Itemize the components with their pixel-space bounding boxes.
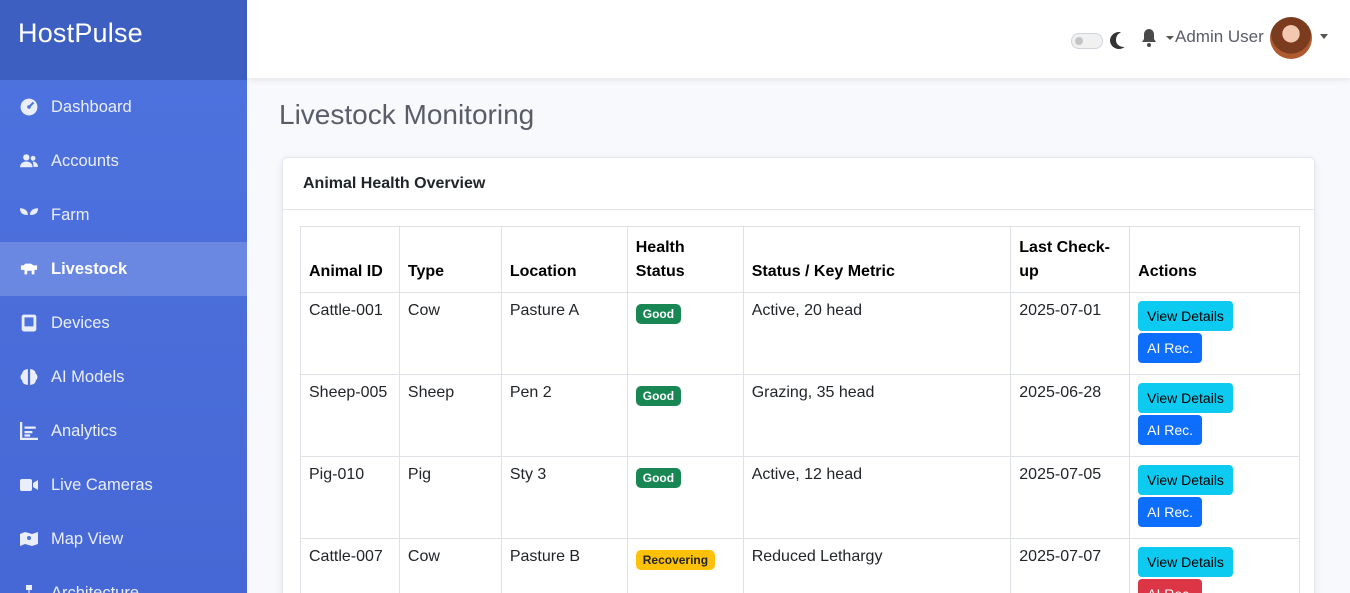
sidebar-item-analytics[interactable]: Analytics <box>0 404 247 458</box>
sidebar-item-dashboard[interactable]: Dashboard <box>0 80 247 134</box>
table-row: Pig-010 Pig Sty 3 Good Active, 12 head 2… <box>300 456 1300 539</box>
column-header: Type <box>398 226 502 293</box>
column-header: Actions <box>1129 226 1300 293</box>
view-details-button[interactable]: View Details <box>1138 383 1233 413</box>
animal-location: Pasture B <box>500 538 628 593</box>
sidebar-item-label: Map View <box>51 529 124 548</box>
status-badge: Good <box>635 304 682 324</box>
column-header: Animal ID <box>300 226 400 293</box>
sidebar-item-accounts[interactable]: Accounts <box>0 134 247 188</box>
card-title: Animal Health Overview <box>283 158 1314 210</box>
chevron-down-icon[interactable] <box>1166 36 1174 40</box>
ai-rec-button[interactable]: AI Rec. <box>1138 497 1203 527</box>
animal-type: Cow <box>398 538 502 593</box>
key-metric: Active, 20 head <box>742 292 1012 375</box>
users-icon <box>18 151 40 171</box>
ai-rec-button[interactable]: AI Rec. <box>1138 415 1203 445</box>
sidebar-item-livestock[interactable]: Livestock <box>0 242 247 296</box>
seedling-icon <box>18 205 40 225</box>
last-checkup: 2025-07-05 <box>1010 456 1131 539</box>
theme-toggle[interactable] <box>1071 33 1103 49</box>
map-icon <box>18 529 40 549</box>
brain-icon <box>18 367 40 387</box>
status-badge: Recovering <box>635 550 716 570</box>
last-checkup: 2025-07-07 <box>1010 538 1131 593</box>
status-badge: Good <box>635 386 682 406</box>
key-metric: Reduced Lethargy <box>742 538 1012 593</box>
animal-type: Cow <box>398 292 502 375</box>
sidebar-item-live-cameras[interactable]: Live Cameras <box>0 458 247 512</box>
column-header: Status / Key Metric <box>742 226 1012 293</box>
table-row: Sheep-005 Sheep Pen 2 Good Grazing, 35 h… <box>300 374 1300 457</box>
ai-rec-button[interactable]: AI Rec. <box>1138 579 1203 593</box>
chevron-down-icon[interactable] <box>1320 34 1328 39</box>
sidebar-item-label: Architecture <box>51 583 140 593</box>
view-details-button[interactable]: View Details <box>1138 465 1233 495</box>
sidebar-item-label: Livestock <box>51 259 128 278</box>
animal-location: Pen 2 <box>500 374 628 457</box>
animal-type: Sheep <box>398 374 502 457</box>
animal-id: Cattle-007 <box>300 538 400 593</box>
animal-location: Pasture A <box>500 292 628 375</box>
sidebar-item-label: Devices <box>51 313 110 332</box>
key-metric: Grazing, 35 head <box>742 374 1012 457</box>
ai-rec-button[interactable]: AI Rec. <box>1138 333 1203 363</box>
column-header: Health Status <box>626 226 744 293</box>
sidebar-item-architecture[interactable]: Architecture <box>0 566 247 593</box>
table-row: Cattle-007 Cow Pasture B Recovering Redu… <box>300 538 1300 593</box>
sidebar-item-farm[interactable]: Farm <box>0 188 247 242</box>
animal-id: Cattle-001 <box>300 292 400 375</box>
sidebar-item-label: Live Cameras <box>51 475 153 494</box>
sidebar-item-map-view[interactable]: Map View <box>0 512 247 566</box>
animal-health-card: Animal Health Overview Animal ID Type Lo… <box>282 157 1315 593</box>
sidebar: HostPulse Dashboard Accounts Farm Livest… <box>0 0 247 593</box>
column-header: Last Check-up <box>1010 226 1131 293</box>
view-details-button[interactable]: View Details <box>1138 547 1233 577</box>
user-name[interactable]: Admin User <box>1175 27 1264 47</box>
page-title: Livestock Monitoring <box>279 99 535 130</box>
chart-line-icon <box>18 421 40 441</box>
animal-location: Sty 3 <box>500 456 628 539</box>
video-icon <box>18 475 40 495</box>
dashboard-icon <box>18 97 40 117</box>
sidebar-item-label: Accounts <box>51 151 119 170</box>
topbar: Admin User <box>247 0 1350 78</box>
sidebar-item-label: Dashboard <box>51 97 132 116</box>
animal-id: Pig-010 <box>300 456 400 539</box>
moon-icon <box>1110 32 1125 49</box>
sitemap-icon <box>18 583 40 593</box>
sidebar-item-devices[interactable]: Devices <box>0 296 247 350</box>
brand-title[interactable]: HostPulse <box>0 0 247 80</box>
sidebar-item-label: AI Models <box>51 367 125 386</box>
table-row: Cattle-001 Cow Pasture A Good Active, 20… <box>300 292 1300 375</box>
cow-icon <box>18 259 40 279</box>
tablet-icon <box>18 313 40 333</box>
animal-id: Sheep-005 <box>300 374 400 457</box>
view-details-button[interactable]: View Details <box>1138 301 1233 331</box>
sidebar-item-label: Analytics <box>51 421 118 440</box>
column-header: Location <box>500 226 628 293</box>
animal-type: Pig <box>398 456 502 539</box>
animal-health-table: Animal ID Type Location Health Status St… <box>300 226 1300 593</box>
last-checkup: 2025-06-28 <box>1010 374 1131 457</box>
bell-icon[interactable] <box>1140 28 1158 48</box>
sidebar-item-ai-models[interactable]: AI Models <box>0 350 247 404</box>
status-badge: Good <box>635 468 682 488</box>
last-checkup: 2025-07-01 <box>1010 292 1131 375</box>
key-metric: Active, 12 head <box>742 456 1012 539</box>
table-header-row: Animal ID Type Location Health Status St… <box>300 226 1300 293</box>
avatar[interactable] <box>1270 17 1312 59</box>
sidebar-item-label: Farm <box>51 205 90 224</box>
